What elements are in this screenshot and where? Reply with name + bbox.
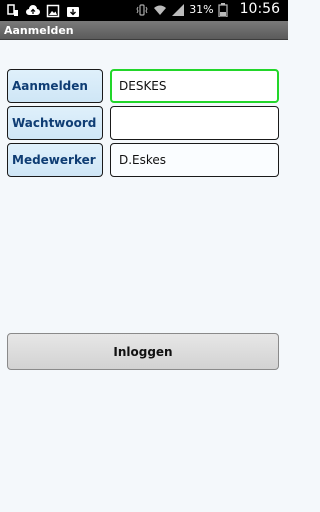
battery-icon [218, 2, 232, 18]
signal-icon [171, 2, 185, 16]
label-aanmelden: Aanmelden [7, 69, 103, 103]
cloud-upload-icon [26, 3, 40, 17]
title-bar: Aanmelden [0, 21, 288, 40]
page-title: Aanmelden [4, 24, 74, 37]
image-icon [46, 3, 60, 18]
login-button[interactable]: Inloggen [7, 333, 279, 370]
vibrate-icon [135, 2, 149, 16]
battery-percent: 31% [189, 2, 214, 16]
label-medewerker: Medewerker [7, 143, 103, 177]
label-wachtwoord: Wachtwoord [7, 106, 103, 140]
status-bar-notifications [6, 3, 80, 18]
password-field[interactable] [110, 106, 279, 140]
wifi-icon [153, 2, 167, 16]
download-icon [66, 3, 80, 17]
username-field[interactable]: DESKES [110, 69, 279, 103]
status-bar-system: 31% 10:56 [135, 1, 280, 18]
usb-icon [6, 3, 20, 17]
status-bar: 31% 10:56 [0, 0, 288, 21]
employee-field[interactable]: D.Eskes [110, 143, 279, 177]
clock: 10:56 [239, 1, 280, 17]
